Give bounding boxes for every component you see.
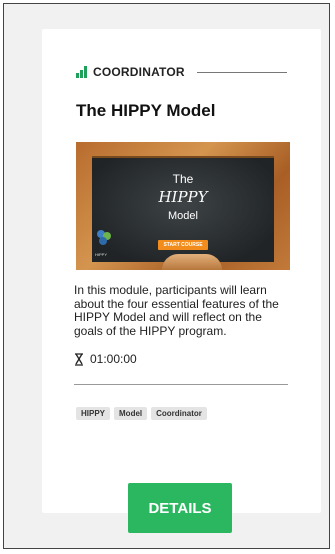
details-button[interactable]: DETAILS	[128, 483, 232, 533]
category-label: COORDINATOR	[93, 65, 185, 79]
category-row: COORDINATOR	[76, 64, 287, 80]
course-title[interactable]: The HIPPY Model	[76, 101, 216, 121]
bar-chart-icon	[76, 66, 89, 78]
thumbnail-text-model: Model	[168, 210, 198, 222]
course-thumbnail[interactable]: The HIPPY Model START COURSE HIPPY	[76, 142, 290, 270]
hippy-logo-icon	[97, 230, 111, 245]
thumbnail-text-the: The	[172, 172, 194, 186]
card-divider	[74, 384, 288, 385]
tag-hippy[interactable]: HIPPY	[76, 407, 111, 420]
chalk-tray	[162, 254, 222, 270]
category-divider	[196, 71, 287, 73]
hourglass-icon	[75, 352, 83, 366]
thumbnail-text-hippy: HIPPY	[158, 188, 208, 206]
hippy-logo-text: HIPPY	[95, 252, 108, 257]
tag-model[interactable]: Model	[114, 407, 148, 420]
course-duration: 01:00:00	[74, 352, 137, 366]
duration-value: 01:00:00	[90, 352, 137, 366]
course-card: COORDINATOR The HIPPY Model The HIPPY Mo…	[42, 29, 321, 513]
chalkboard: The HIPPY Model START COURSE HIPPY	[92, 156, 274, 262]
tag-coordinator[interactable]: Coordinator	[151, 407, 207, 420]
viewport-frame: COORDINATOR The HIPPY Model The HIPPY Mo…	[3, 3, 330, 549]
course-description: In this module, participants will learn …	[74, 283, 279, 338]
tag-list: HIPPY Model Coordinator	[76, 407, 207, 420]
thumbnail-start-badge: START COURSE	[158, 240, 208, 250]
